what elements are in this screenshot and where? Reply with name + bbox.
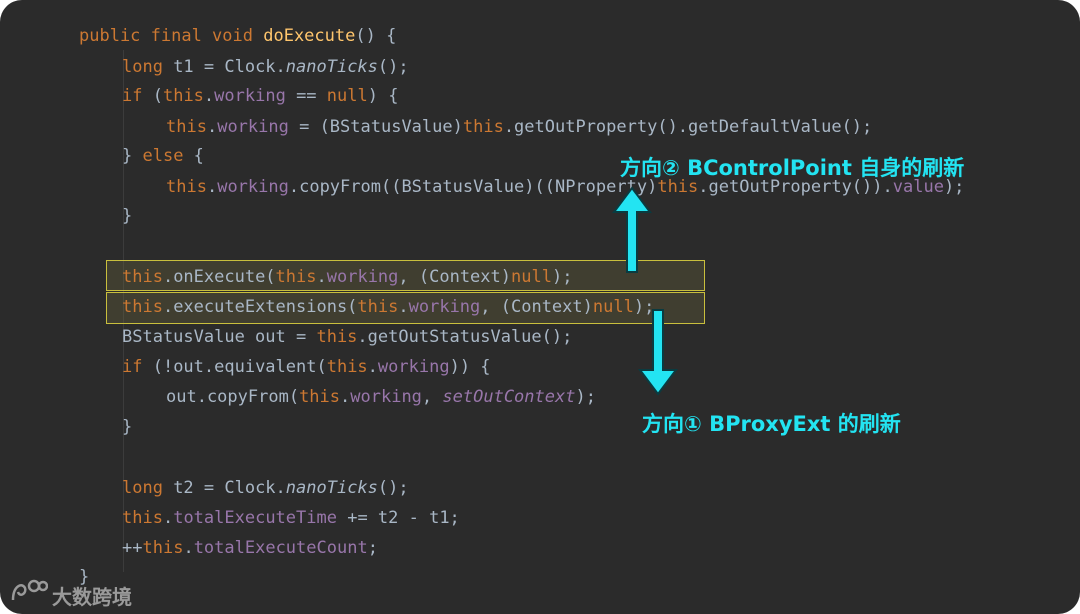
code-token: .onExecute(: [162, 267, 276, 287]
code-token: nanoTicks: [285, 57, 378, 77]
code-line: this.totalExecuteTime += t2 - t1;: [122, 507, 460, 529]
code-token: if: [122, 86, 153, 106]
annotation-direction2: 方向② BControlPoint 自身的刷新: [620, 156, 965, 180]
code-token: nanoTicks: [285, 478, 378, 498]
code-token: this: [316, 327, 358, 347]
code-token: ;: [367, 538, 378, 558]
code-line: if (!out.equivalent(this.working)) {: [122, 356, 491, 378]
code-token: long: [122, 478, 174, 498]
code-token: this: [462, 117, 504, 137]
code-line: long t2 = Clock.nanoTicks();: [122, 477, 409, 499]
code-token: );: [575, 387, 596, 407]
code-line: } else {: [122, 145, 204, 167]
code-token: this: [166, 117, 207, 137]
code-line: if (this.working == null) {: [122, 85, 398, 107]
code-token: null: [511, 267, 552, 287]
code-token: working: [408, 297, 481, 317]
arrow-down-icon: [638, 309, 678, 396]
code-token: .: [340, 387, 351, 407]
code-token: working: [217, 117, 289, 137]
code-token: .executeExtensions(: [162, 297, 358, 317]
code-token: this: [166, 177, 207, 197]
code-token: this: [122, 508, 163, 528]
code-token: {: [183, 146, 204, 166]
code-token: ,: [421, 387, 443, 407]
code-token: else: [142, 146, 184, 166]
code-token: += t2 - t1;: [336, 508, 460, 528]
code-token: totalExecuteCount: [193, 538, 368, 558]
code-token: , (Context): [480, 297, 593, 317]
code-token: ) {: [367, 86, 399, 106]
code-token: working: [214, 86, 286, 106]
code-area: public final void doExecute() { long t1 …: [0, 0, 1080, 614]
code-token: this: [275, 267, 317, 287]
code-token: () {: [355, 26, 397, 46]
code-token: .: [316, 267, 327, 287]
code-token: }: [122, 417, 133, 437]
code-token: public final void: [79, 26, 264, 46]
code-token: .: [162, 508, 174, 528]
code-token: .: [206, 177, 218, 197]
code-token: this: [299, 387, 341, 407]
code-token: ();: [377, 57, 409, 77]
code-token: }: [122, 206, 133, 226]
code-line: out.copyFrom(this.working, setOutContext…: [166, 386, 596, 408]
code-token: this: [357, 297, 399, 317]
watermark-text: 大数跨境: [52, 585, 132, 609]
code-token: out.copyFrom(: [166, 387, 300, 407]
code-token: .: [398, 297, 409, 317]
code-token: setOutContext: [442, 387, 576, 407]
code-token: .: [206, 117, 218, 137]
code-line: long t1 = Clock.nanoTicks();: [122, 56, 409, 78]
code-token: null: [592, 297, 634, 317]
code-token: .: [367, 357, 378, 377]
code-token: )) {: [449, 357, 491, 377]
annotation-direction1: 方向① BProxyExt 的刷新: [642, 412, 901, 436]
code-editor: public final void doExecute() { long t1 …: [0, 0, 1080, 614]
code-line: }: [122, 205, 132, 227]
code-token: doExecute: [263, 26, 356, 46]
code-token: this: [162, 86, 204, 106]
code-token: working: [350, 387, 422, 407]
code-token: = (BStatusValue): [288, 117, 463, 137]
code-token: this: [122, 267, 163, 287]
code-line: this.working = (BStatusValue)this.getOut…: [166, 116, 872, 138]
code-token: , (Context): [398, 267, 511, 287]
code-token: }: [122, 146, 143, 166]
code-token: .getOutProperty().getDefaultValue();: [503, 117, 873, 137]
code-token: working: [377, 357, 450, 377]
code-line: }: [122, 416, 132, 438]
code-token: );: [551, 267, 573, 287]
brand-logo-icon: [11, 579, 49, 601]
code-token: ();: [377, 478, 409, 498]
code-token: this: [142, 538, 184, 558]
code-token: .getOutStatusValue();: [357, 327, 573, 347]
code-token: this: [326, 357, 368, 377]
code-token: if: [122, 357, 153, 377]
code-token: .copyFrom((BStatusValue)((NProperty): [288, 177, 658, 197]
code-line: BStatusValue out = this.getOutStatusValu…: [122, 326, 572, 348]
code-line: public final void doExecute() {: [79, 25, 396, 47]
arrow-up-icon: [612, 186, 652, 273]
code-token: totalExecuteTime: [173, 508, 337, 528]
code-token: .: [203, 86, 215, 106]
code-token: (!out.equivalent(: [152, 357, 327, 377]
code-line: this.executeExtensions(this.working, (Co…: [122, 296, 654, 318]
code-token: working: [217, 177, 289, 197]
code-token: .: [183, 538, 194, 558]
code-token: t2 = Clock.: [173, 478, 286, 498]
code-token: this: [122, 297, 163, 317]
code-token: t1 = Clock.: [173, 57, 286, 77]
code-token: long: [122, 57, 174, 77]
code-token: BStatusValue out =: [122, 327, 317, 347]
code-line: ++this.totalExecuteCount;: [122, 537, 378, 559]
code-line: this.onExecute(this.working, (Context)nu…: [122, 266, 572, 288]
code-token: ==: [285, 86, 327, 106]
watermark: 大数跨境: [10, 578, 132, 609]
code-token: ++: [122, 538, 143, 558]
code-token: working: [326, 267, 399, 287]
code-token: (: [152, 86, 163, 106]
code-token: null: [326, 86, 368, 106]
